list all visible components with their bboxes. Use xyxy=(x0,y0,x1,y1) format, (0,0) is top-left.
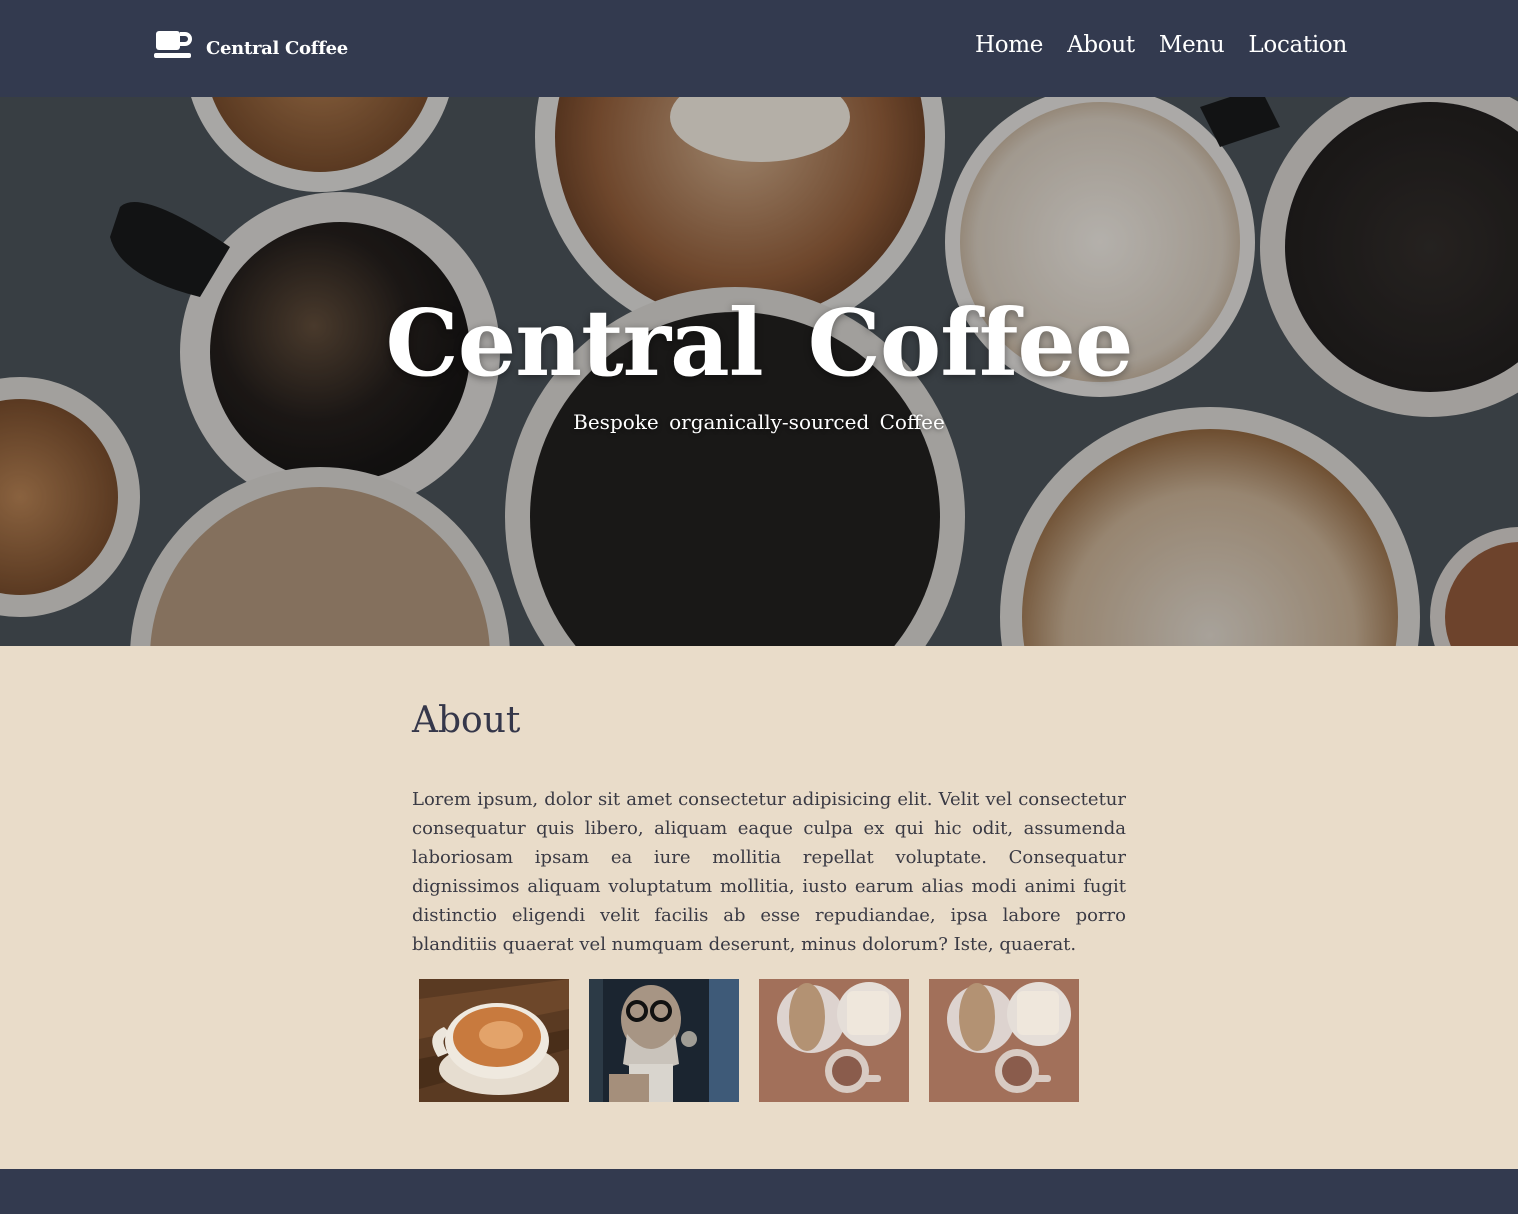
nav-links: Home About Menu Location xyxy=(975,32,1347,58)
hero-subtitle: Bespoke organically-sourced Coffee xyxy=(573,410,945,434)
coffee-cup-icon xyxy=(154,31,192,58)
about-heading: About xyxy=(412,700,521,741)
photo-gallery xyxy=(419,979,1079,1102)
hero-title: Central Coffee xyxy=(385,289,1133,397)
cappuccino-photo[interactable] xyxy=(419,979,569,1102)
nav-link-menu[interactable]: Menu xyxy=(1159,32,1225,58)
toast-and-coffee-photo[interactable] xyxy=(929,979,1079,1102)
toast-and-coffee-photo[interactable] xyxy=(759,979,909,1102)
footer xyxy=(0,1169,1518,1214)
nav-link-home[interactable]: Home xyxy=(975,32,1043,58)
nav-link-about[interactable]: About xyxy=(1067,32,1135,58)
man-with-mug-photo[interactable] xyxy=(589,979,739,1102)
navbar: Central Coffee Home About Menu Location xyxy=(0,0,1518,97)
nav-link-location[interactable]: Location xyxy=(1248,32,1347,58)
brand-name: Central Coffee xyxy=(206,37,348,59)
hero-banner: Central Coffee Bespoke organically-sourc… xyxy=(0,97,1518,646)
about-section: About Lorem ipsum, dolor sit amet consec… xyxy=(412,700,1126,959)
about-text: Lorem ipsum, dolor sit amet consectetur … xyxy=(412,789,1126,955)
brand-link[interactable]: Central Coffee xyxy=(154,28,348,62)
